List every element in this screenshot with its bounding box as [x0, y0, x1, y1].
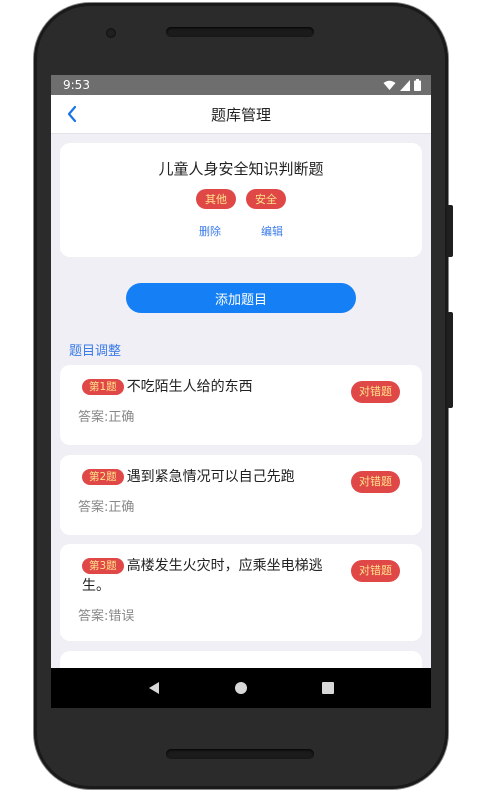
battery-icon: [414, 79, 421, 91]
camera: [106, 28, 116, 38]
status-time: 9:53: [63, 78, 90, 92]
power-button: [447, 312, 453, 408]
add-question-button[interactable]: 添加题目: [126, 283, 356, 313]
tag-row: 其他 安全: [60, 189, 422, 209]
question-number-badge: 第1题: [82, 379, 124, 395]
back-triangle-icon[interactable]: [147, 681, 161, 695]
top-speaker: [166, 27, 314, 37]
question-card[interactable]: 第2题 遇到紧急情况可以自己先跑 对错题 答案:正确: [60, 455, 422, 535]
question-answer: 答案:错误: [78, 609, 135, 624]
chevron-left-icon[interactable]: [65, 105, 79, 123]
question-type-badge: 对错题: [351, 381, 400, 403]
edit-button[interactable]: 编辑: [261, 223, 283, 239]
question-number-badge: 第2题: [82, 469, 124, 485]
recents-square-icon[interactable]: [321, 681, 335, 695]
question-number-badge: 第3题: [82, 558, 124, 574]
question-bank-card: 儿童人身安全知识判断题 其他 安全 删除 编辑: [60, 143, 422, 257]
volume-button: [447, 205, 453, 257]
nav-bar: 题库管理: [51, 95, 431, 133]
screen: 9:53 题库管理 儿童人身安全知识判断题 其他 安全 删除 编辑 添加题目 题…: [51, 75, 431, 708]
question-card[interactable]: 第1题 不吃陌生人给的东西 对错题 答案:正确: [60, 365, 422, 445]
wifi-icon: [383, 80, 396, 90]
bottom-speaker: [166, 749, 314, 759]
delete-button[interactable]: 删除: [199, 223, 221, 239]
question-card[interactable]: 第3题 高楼发生火灾时，应乘坐电梯逃生。 对错题 答案:错误: [60, 544, 422, 641]
signal-icon: [400, 79, 410, 91]
section-label: 题目调整: [69, 344, 122, 359]
page-title: 题库管理: [210, 105, 271, 124]
tag-other: 其他: [196, 189, 236, 209]
home-circle-icon[interactable]: [234, 681, 248, 695]
question-text: 不吃陌生人给的东西: [126, 379, 253, 395]
bank-title: 儿童人身安全知识判断题: [158, 160, 324, 178]
question-type-badge: 对错题: [351, 471, 400, 493]
tag-safety: 安全: [246, 189, 286, 209]
question-text: 遇到紧急情况可以自己先跑: [126, 469, 295, 485]
status-bar: 9:53: [51, 75, 431, 95]
question-type-badge: 对错题: [351, 560, 400, 582]
system-nav-bar: [51, 668, 431, 708]
